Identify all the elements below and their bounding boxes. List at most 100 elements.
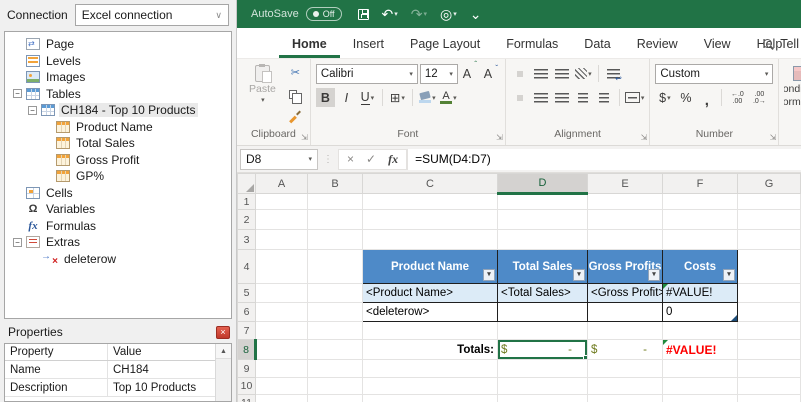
align-right-button[interactable] — [553, 88, 572, 107]
row-header-9[interactable]: 9 — [237, 359, 256, 378]
tree-item-gross-profit[interactable]: Gross Profit — [5, 152, 231, 169]
italic-button[interactable]: I — [337, 88, 356, 107]
filter-icon[interactable]: ▾ — [648, 269, 660, 281]
row-header-5[interactable]: 5 — [237, 283, 256, 303]
properties-scrollbar[interactable]: ▲ — [215, 344, 231, 401]
insert-function-icon[interactable]: fx — [388, 152, 398, 167]
increase-font-button[interactable]: A — [460, 60, 479, 83]
tree-item-levels[interactable]: Levels — [5, 53, 231, 70]
cell[interactable] — [662, 321, 738, 340]
value-column-header[interactable]: Value — [108, 344, 215, 360]
increase-decimal-button[interactable]: ←.0.00 — [727, 91, 747, 105]
cell[interactable] — [497, 394, 588, 402]
cell[interactable] — [307, 209, 363, 230]
cell[interactable] — [662, 229, 738, 250]
cell[interactable] — [587, 321, 663, 340]
wrap-text-button[interactable] — [604, 64, 623, 83]
tab-insert[interactable]: Insert — [340, 31, 397, 58]
tree-item-ch184-top-10-products[interactable]: − CH184 - Top 10 Products — [5, 102, 231, 119]
cell[interactable] — [362, 377, 498, 395]
scroll-up-icon[interactable]: ▲ — [216, 344, 231, 359]
col-header-a[interactable]: A — [255, 173, 308, 194]
top-align-button[interactable] — [511, 64, 530, 83]
cell-e6[interactable] — [587, 302, 663, 322]
cell[interactable] — [255, 339, 308, 360]
cell[interactable] — [307, 377, 363, 395]
customize-qat-button[interactable]: ⌄ — [470, 6, 482, 23]
cell-f8[interactable]: #VALUE! — [662, 339, 738, 360]
cell[interactable] — [662, 377, 738, 395]
connection-dropdown[interactable]: Excel connection ∨ — [74, 4, 229, 26]
cell[interactable] — [737, 249, 801, 284]
collapse-icon[interactable]: − — [28, 105, 37, 115]
cell[interactable] — [737, 209, 801, 230]
redo-button[interactable]: ↷ ▾ — [411, 6, 427, 23]
cell[interactable] — [307, 229, 363, 250]
table-header-total-sales[interactable]: Total Sales ▾ — [497, 249, 588, 284]
connection-tree[interactable]: PageLevelsImages−Tables−CH184 - Top 10 P… — [4, 31, 232, 319]
tree-item-tables[interactable]: − Tables — [5, 86, 231, 103]
decrease-decimal-button[interactable]: .00.0→ — [749, 91, 769, 105]
number-format-combo[interactable]: Custom ▾ — [655, 63, 774, 84]
cell-e5[interactable]: <Gross Profit> — [587, 283, 663, 303]
cell-c8-totals-label[interactable]: Totals: — [362, 339, 498, 360]
cell[interactable] — [737, 377, 801, 395]
cell[interactable] — [497, 229, 588, 250]
row-header-11[interactable]: 11 — [237, 394, 256, 402]
cut-button[interactable]: ✂ — [286, 63, 305, 82]
cell-d6[interactable] — [497, 302, 588, 322]
table-header-product-name[interactable]: Product Name ▾ — [362, 249, 498, 284]
cell[interactable] — [307, 302, 363, 322]
cell[interactable] — [587, 193, 663, 210]
cell-d8-selected[interactable]: $ - — [497, 339, 588, 360]
dialog-launcher-icon[interactable]: ⇲ — [770, 133, 777, 142]
cell[interactable] — [497, 359, 588, 378]
cell[interactable] — [587, 359, 663, 378]
bottom-align-button[interactable] — [553, 64, 572, 83]
tree-item-page[interactable]: Page — [5, 36, 231, 53]
cell[interactable] — [662, 359, 738, 378]
tree-item-cells[interactable]: Cells — [5, 185, 231, 202]
cell[interactable] — [255, 321, 308, 340]
cell[interactable] — [737, 321, 801, 340]
row-header-7[interactable]: 7 — [237, 321, 256, 340]
tab-review[interactable]: Review — [624, 31, 691, 58]
cell[interactable] — [307, 283, 363, 303]
col-header-e[interactable]: E — [587, 173, 663, 194]
table-header-gross-profits[interactable]: Gross Profits ▾ — [587, 249, 663, 284]
cancel-icon[interactable]: × — [347, 152, 354, 166]
cell[interactable] — [255, 209, 308, 230]
dialog-launcher-icon[interactable]: ⇲ — [301, 133, 308, 142]
cell[interactable] — [307, 249, 363, 284]
cell[interactable] — [362, 394, 498, 402]
cell[interactable] — [737, 359, 801, 378]
cell[interactable] — [497, 321, 588, 340]
cell[interactable] — [497, 193, 588, 210]
col-header-f[interactable]: F — [662, 173, 738, 194]
cell[interactable] — [255, 283, 308, 303]
property-row[interactable]: Description Top 10 Products — [5, 379, 215, 397]
filter-icon[interactable]: ▾ — [573, 269, 585, 281]
paste-button[interactable]: Paste ▾ — [242, 63, 283, 128]
cell[interactable] — [587, 229, 663, 250]
cell[interactable] — [255, 359, 308, 378]
tree-item-product-name[interactable]: Product Name — [5, 119, 231, 136]
cell[interactable] — [662, 394, 738, 402]
cell[interactable] — [362, 193, 498, 210]
col-header-b[interactable]: B — [307, 173, 363, 194]
font-name-combo[interactable]: Calibri ▾ — [315, 63, 418, 84]
tree-item-deleterow[interactable]: deleterow — [5, 251, 231, 267]
accounting-format-button[interactable]: $ ▾ — [655, 88, 674, 107]
cell-e8[interactable]: $ - — [587, 339, 663, 360]
cell[interactable] — [737, 229, 801, 250]
cell[interactable] — [587, 377, 663, 395]
row-header-2[interactable]: 2 — [237, 209, 256, 230]
fill-color-button[interactable]: ▾ — [418, 88, 437, 107]
tree-item-formulas[interactable]: fx Formulas — [5, 218, 231, 235]
cell[interactable] — [255, 302, 308, 322]
cell[interactable] — [737, 283, 801, 303]
name-box[interactable]: D8 ▾ — [240, 148, 318, 170]
tab-view[interactable]: View — [691, 31, 744, 58]
center-button[interactable] — [532, 88, 551, 107]
select-all-button[interactable] — [237, 173, 256, 194]
